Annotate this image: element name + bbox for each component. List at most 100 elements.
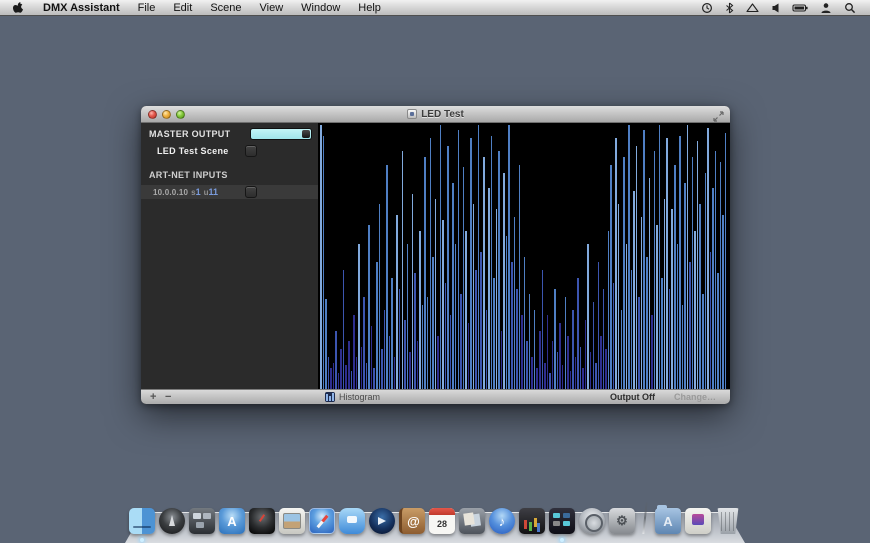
histogram-bar [717, 273, 719, 389]
histogram-bar [638, 297, 640, 389]
histogram-bar [542, 270, 544, 389]
histogram-bar [521, 315, 523, 389]
histogram-bar [557, 352, 559, 389]
menu-app-name[interactable]: DMX Assistant [34, 0, 129, 15]
histogram-bar [725, 133, 727, 389]
app-store-icon[interactable]: A [219, 508, 245, 534]
histogram-bar [430, 138, 432, 389]
photo-booth-icon[interactable] [459, 508, 485, 534]
histogram-bar [705, 173, 707, 389]
histogram-bar [570, 371, 572, 389]
histogram-bar [483, 157, 485, 389]
histogram-bar [565, 297, 567, 389]
dmx-assistant-icon[interactable] [549, 508, 575, 534]
menu-item-scene[interactable]: Scene [201, 0, 250, 15]
histogram-bar [531, 357, 533, 389]
artnet-input-checkbox[interactable] [245, 186, 257, 198]
histogram-bar [470, 138, 472, 389]
battery-menu-icon[interactable] [786, 0, 814, 15]
histogram-bar [697, 141, 699, 389]
histogram-bar [491, 136, 493, 389]
menu-item-help[interactable]: Help [349, 0, 390, 15]
histogram-bar [598, 262, 600, 389]
histogram-bar [524, 257, 526, 389]
time-machine-icon[interactable] [579, 508, 605, 534]
artnet-ip-label: 10.0.0.10 [141, 188, 188, 197]
histogram-bar [631, 270, 633, 389]
histogram-mode-label[interactable]: Histogram [325, 390, 380, 404]
scene-checkbox[interactable] [245, 145, 257, 157]
histogram-bar [384, 310, 386, 389]
dmx-console-icon[interactable] [519, 508, 545, 534]
histogram-bar [361, 347, 363, 389]
histogram-bar [664, 199, 666, 389]
apple-menu[interactable] [0, 1, 34, 14]
histogram-bar [577, 278, 579, 389]
safari-icon[interactable] [309, 508, 335, 534]
histogram-bar [654, 151, 656, 389]
histogram-bar [348, 341, 350, 389]
histogram-bar [445, 283, 447, 389]
zoom-button[interactable] [176, 110, 185, 119]
airport-menu-icon[interactable] [740, 0, 765, 15]
histogram-bar [356, 357, 358, 389]
system-preferences-icon[interactable]: ⚙ [609, 508, 635, 534]
artnet-input-row[interactable]: 10.0.0.10 s1 u11 [141, 185, 318, 199]
itunes-icon[interactable]: ♪ [489, 508, 515, 534]
window-title-bar[interactable]: LED Test [141, 106, 730, 123]
add-button[interactable]: + [150, 390, 156, 404]
histogram-bar [526, 341, 528, 389]
histogram-bar [600, 336, 602, 389]
volume-menu-icon[interactable] [765, 0, 786, 15]
mission-control-icon[interactable] [189, 508, 215, 534]
finder-icon[interactable] [129, 508, 155, 534]
installer-icon[interactable] [685, 508, 711, 534]
histogram-bar [544, 363, 546, 389]
histogram-bar [399, 289, 401, 389]
applications-folder-icon[interactable]: A [655, 508, 681, 534]
histogram-bar [692, 157, 694, 389]
histogram-bar [702, 294, 704, 389]
histogram-bar [440, 125, 442, 389]
menu-item-edit[interactable]: Edit [164, 0, 201, 15]
user-menu-icon[interactable] [814, 0, 838, 15]
address-book-icon[interactable]: @ [399, 508, 425, 534]
histogram-bar [649, 178, 651, 389]
master-output-slider[interactable] [250, 128, 312, 140]
histogram-bar [389, 336, 391, 389]
messages-icon[interactable] [339, 508, 365, 534]
change-button[interactable]: Change… [674, 390, 716, 404]
bluetooth-menu-icon[interactable] [719, 0, 740, 15]
histogram-panel [318, 123, 730, 389]
remove-button[interactable]: − [165, 390, 171, 404]
histogram-bar [402, 151, 404, 389]
histogram-bar [575, 357, 577, 389]
histogram-bar [715, 151, 717, 389]
histogram-bar [707, 128, 709, 389]
menu-item-window[interactable]: Window [292, 0, 349, 15]
close-button[interactable] [148, 110, 157, 119]
histogram-bar [712, 188, 714, 389]
led-test-scene-row[interactable]: LED Test Scene [141, 144, 318, 158]
slider-knob[interactable] [302, 130, 310, 138]
time-machine-menu-icon[interactable] [695, 0, 719, 15]
histogram-bar [437, 336, 439, 389]
menu-item-view[interactable]: View [251, 0, 293, 15]
minimize-button[interactable] [162, 110, 171, 119]
histogram-bar [684, 183, 686, 389]
histogram-bar [480, 252, 482, 389]
spotlight-icon[interactable] [838, 0, 862, 15]
histogram-bar [603, 289, 605, 389]
histogram-bar [320, 125, 322, 389]
histogram-bar [460, 294, 462, 389]
ical-icon[interactable]: 28 [429, 508, 455, 534]
launchpad-icon[interactable] [159, 508, 185, 534]
facetime-icon[interactable] [369, 508, 395, 534]
menu-item-file[interactable]: File [129, 0, 165, 15]
histogram-bar [323, 136, 325, 389]
preview-icon[interactable] [279, 508, 305, 534]
dashboard-icon[interactable] [249, 508, 275, 534]
running-indicator [560, 538, 564, 542]
histogram-bar [669, 289, 671, 389]
trash-icon[interactable] [715, 508, 741, 534]
